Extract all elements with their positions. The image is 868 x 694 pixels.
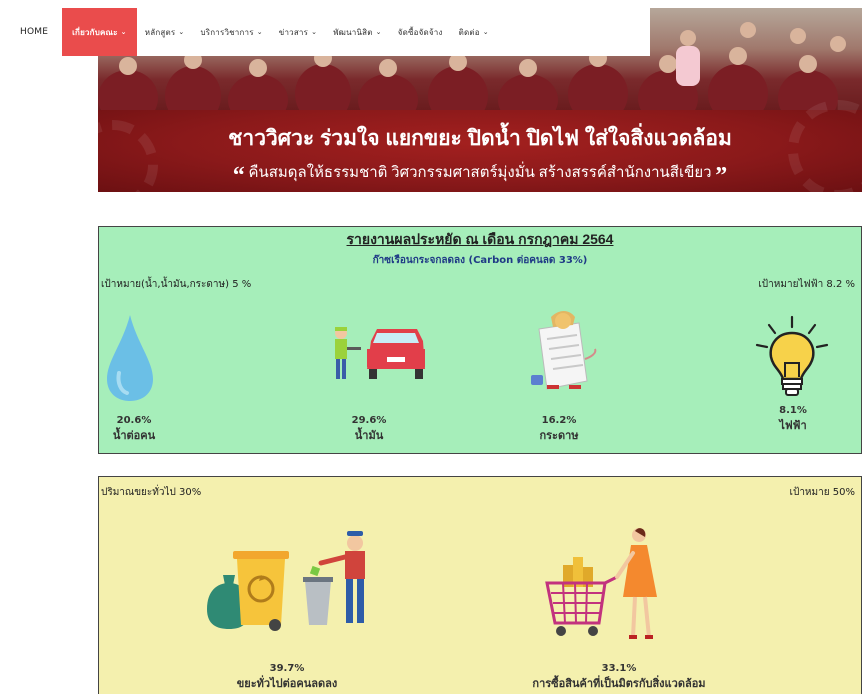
stat-electricity-label: ไฟฟ้า — [779, 419, 807, 432]
nav-curriculum-label: หลักสูตร — [144, 27, 176, 37]
main-navigation: HOME เกี่ยวกับคณะ ⌄ หลักสูตร ⌄ บริการวิชาก… — [0, 8, 650, 56]
report-subtitle: ก๊าซเรือนกระจกลดลง (Carbon ต่อคนลด 33%) — [372, 255, 588, 266]
stat-waste-label: ขยะทั่วไปต่อคนลดลง — [236, 677, 338, 690]
nav-about-faculty[interactable]: เกี่ยวกับคณะ ⌄ — [62, 8, 137, 56]
chevron-down-icon: ⌄ — [256, 28, 263, 36]
nav-about-label: เกี่ยวกับคณะ — [72, 27, 118, 37]
stat-waste-value: 39.7% — [269, 663, 305, 674]
stat-water: 20.6% น้ำต่อคน — [99, 413, 169, 443]
nav-services-label: บริการวิชาการ — [200, 27, 254, 37]
nav-news[interactable]: ข่าวสาร ⌄ — [271, 8, 325, 56]
stat-electricity-value: 8.1% — [779, 405, 807, 416]
nav-news-label: ข่าวสาร — [278, 27, 309, 37]
chevron-down-icon: ⌄ — [311, 28, 318, 36]
stat-paper: 16.2% กระดาษ — [529, 413, 589, 443]
nav-student-label: พัฒนานิสิต — [333, 27, 373, 37]
stat-green-purchase: 33.1% การซื้อสินค้าที่เป็นมิตรกับสิ่งแวด… — [499, 661, 739, 691]
water-drop-icon — [107, 315, 153, 401]
lightbulb-icon — [755, 315, 829, 396]
stat-general-waste: 39.7% ขยะทั่วไปต่อคนลดลง — [197, 661, 377, 691]
stat-fuel-label: น้ำมัน — [354, 429, 384, 442]
open-quote: “ — [232, 163, 245, 189]
recycle-bin-icon — [207, 531, 365, 631]
top-border — [0, 0, 868, 8]
car-fuel-icon — [335, 327, 425, 379]
stat-water-value: 20.6% — [116, 415, 152, 426]
stat-fuel-value: 29.6% — [351, 415, 387, 426]
shopping-cart-icon — [545, 528, 657, 639]
chevron-down-icon: ⌄ — [120, 28, 127, 36]
stat-fuel: 29.6% น้ำมัน — [339, 413, 399, 443]
banner-subtitle-text: คืนสมดุลให้ธรรมชาติ วิศวกรรมศาสตร์มุ่งมั… — [248, 165, 712, 181]
close-quote: ” — [715, 163, 728, 189]
nav-curriculum[interactable]: หลักสูตร ⌄ — [137, 8, 193, 56]
chevron-down-icon: ⌄ — [482, 28, 489, 36]
report-title: รายงานผลประหยัด ณ เดือน กรกฎาคม 2564 — [346, 231, 614, 247]
nav-home[interactable]: HOME — [0, 8, 62, 56]
nav-home-label: HOME — [20, 27, 49, 37]
stat-purchase-value: 33.1% — [601, 663, 637, 674]
nav-contact-label: ติดต่อ — [458, 27, 480, 37]
target-resources: เป้าหมาย(น้ำ,น้ำมัน,กระดาษ) 5 % — [101, 279, 252, 290]
chevron-down-icon: ⌄ — [178, 28, 185, 36]
banner-subtitle: “ คืนสมดุลให้ธรรมชาติ วิศวกรรมศาสตร์มุ่ง… — [98, 160, 862, 190]
stat-paper-label: กระดาษ — [539, 429, 579, 442]
nav-student-development[interactable]: พัฒนานิสิต ⌄ — [325, 8, 390, 56]
waste-target-label: เป้าหมาย 50% — [789, 487, 855, 498]
waste-amount-label: ปริมาณขยะทั่วไป 30% — [101, 487, 202, 498]
waste-report: ปริมาณขยะทั่วไป 30% เป้าหมาย 50% 39.7% ข… — [98, 476, 862, 694]
stat-purchase-label: การซื้อสินค้าที่เป็นมิตรกับสิ่งแวดล้อม — [532, 677, 706, 690]
banner-title: ชาววิศวะ ร่วมใจ แยกขยะ ปิดน้ำ ปิดไฟ ใส่ใ… — [228, 127, 732, 150]
target-electricity: เป้าหมายไฟฟ้า 8.2 % — [758, 279, 855, 290]
paper-icon — [531, 311, 597, 390]
stat-water-label: น้ำต่อคน — [112, 429, 156, 442]
nav-procurement-label: จัดซื้อจัดจ้าง — [397, 27, 443, 37]
nav-procurement[interactable]: จัดซื้อจัดจ้าง — [390, 8, 451, 56]
chevron-down-icon: ⌄ — [375, 28, 382, 36]
stat-paper-value: 16.2% — [541, 415, 577, 426]
nav-contact[interactable]: ติดต่อ ⌄ — [451, 8, 497, 56]
energy-saving-report: รายงานผลประหยัด ณ เดือน กรกฎาคม 2564 ก๊า… — [98, 226, 862, 454]
stat-electricity: 8.1% ไฟฟ้า — [763, 403, 823, 433]
nav-academic-services[interactable]: บริการวิชาการ ⌄ — [192, 8, 270, 56]
